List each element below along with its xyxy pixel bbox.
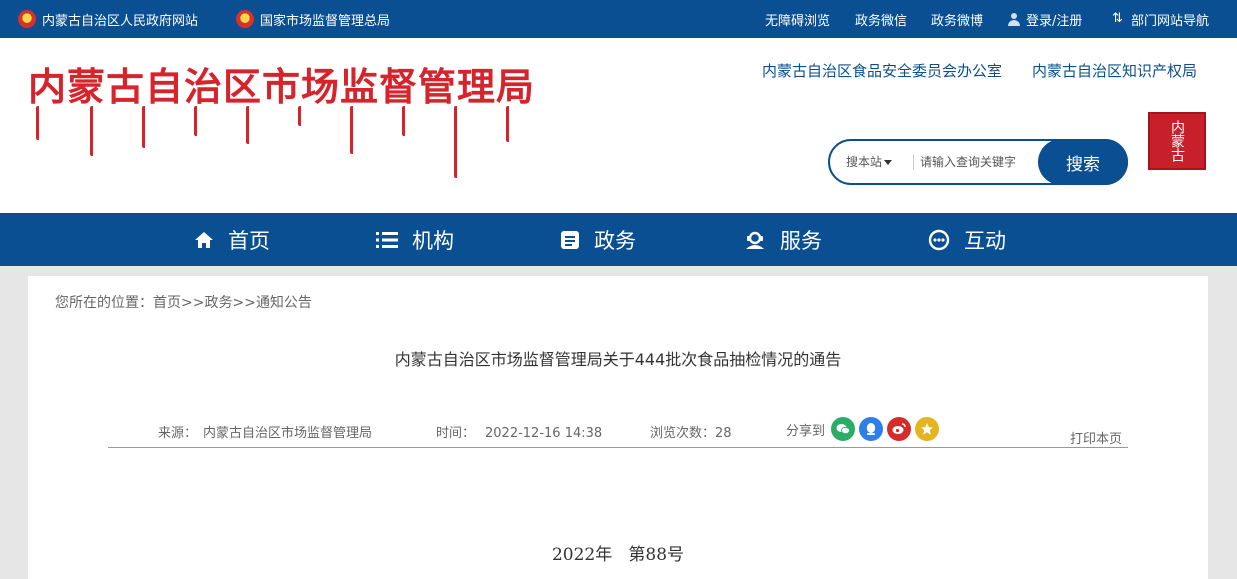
nav-item-organization[interactable]: 机构 [376, 213, 454, 266]
gov-wechat-link[interactable]: 政务微信 [855, 0, 907, 38]
nav-item-services[interactable]: 服务 [744, 213, 822, 266]
gov-weibo-link[interactable]: 政务微博 [931, 0, 983, 38]
seal-logo: 内蒙古 [1148, 112, 1206, 170]
ip-office-link[interactable]: 内蒙古自治区知识产权局 [1032, 60, 1197, 81]
nav-item-home[interactable]: 首页 [194, 213, 270, 266]
wechat-share-icon[interactable] [831, 417, 856, 441]
gov-site-link[interactable]: 内蒙古自治区人民政府网站 [18, 0, 198, 38]
qzone-share-icon[interactable] [915, 417, 940, 441]
breadcrumb: 您所在的位置：首页>>政务>>通知公告 [55, 295, 312, 311]
chat-icon [928, 229, 950, 250]
caret-down-icon [884, 160, 893, 165]
share-bar: 分享到 [786, 417, 943, 441]
document-icon [561, 230, 579, 249]
search-divider [913, 154, 914, 170]
top-bar: 内蒙古自治区人民政府网站 国家市场监督管理总局 无障碍浏览 政务微信 政务微博 … [0, 0, 1237, 38]
site-title[interactable]: 内蒙古自治区市场监督管理局 [28, 56, 535, 111]
home-icon [195, 231, 213, 248]
national-emblem-icon [236, 10, 254, 28]
list-icon [376, 231, 398, 248]
article-time: 时间： 2022-12-16 14:38 [436, 426, 603, 441]
search-box: 搜本站 搜索 [828, 139, 1128, 185]
main-nav: 首页 机构 政务 服务 互动 [0, 213, 1237, 266]
article-views: 浏览次数：28 [650, 426, 732, 441]
article-title: 内蒙古自治区市场监督管理局关于444批次食品抽检情况的通告 [394, 350, 842, 369]
mongolian-script-logo [36, 106, 536, 186]
user-icon [1007, 12, 1021, 26]
breadcrumb-notices-link[interactable]: 通知公告 [256, 295, 312, 311]
department-nav-link[interactable]: ⇅ 部门网站导航 [1112, 0, 1209, 38]
weibo-share-icon[interactable] [887, 417, 912, 441]
navigation-icon: ⇅ [1112, 11, 1123, 26]
article-source: 来源： 内蒙古自治区市场监督管理局 [158, 426, 373, 441]
search-input[interactable] [920, 151, 1040, 173]
qq-share-icon[interactable] [859, 417, 884, 441]
samr-site-link[interactable]: 国家市场监督管理总局 [236, 0, 390, 38]
nav-item-government-affairs[interactable]: 政务 [560, 213, 636, 266]
article-panel: 您所在的位置：首页>>政务>>通知公告 内蒙古自治区市场监督管理局关于444批次… [28, 276, 1208, 579]
print-page-link[interactable]: 打印本页 [1070, 428, 1122, 447]
breadcrumb-home-link[interactable]: 首页 [153, 295, 181, 311]
article-meta: 来源： 内蒙古自治区市场监督管理局 时间： 2022-12-16 14:38 浏览次… [108, 417, 1128, 448]
food-safety-office-link[interactable]: 内蒙古自治区食品安全委员会办公室 [762, 60, 1002, 81]
nav-item-interaction[interactable]: 互动 [928, 213, 1006, 266]
breadcrumb-affairs-link[interactable]: 政务 [204, 295, 232, 311]
search-button[interactable]: 搜索 [1038, 139, 1128, 185]
search-scope-dropdown[interactable]: 搜本站 [846, 141, 893, 183]
site-header: 内蒙古自治区市场监督管理局 内蒙古自治区食品安全委员会办公室 内蒙古自治区知识产… [0, 38, 1237, 213]
service-icon [746, 231, 764, 249]
document-number: 2022年 第88号 [551, 545, 685, 565]
accessibility-link[interactable]: 无障碍浏览 [765, 0, 830, 38]
national-emblem-icon [18, 10, 36, 28]
login-register-link[interactable]: 登录/注册 [1007, 0, 1082, 38]
